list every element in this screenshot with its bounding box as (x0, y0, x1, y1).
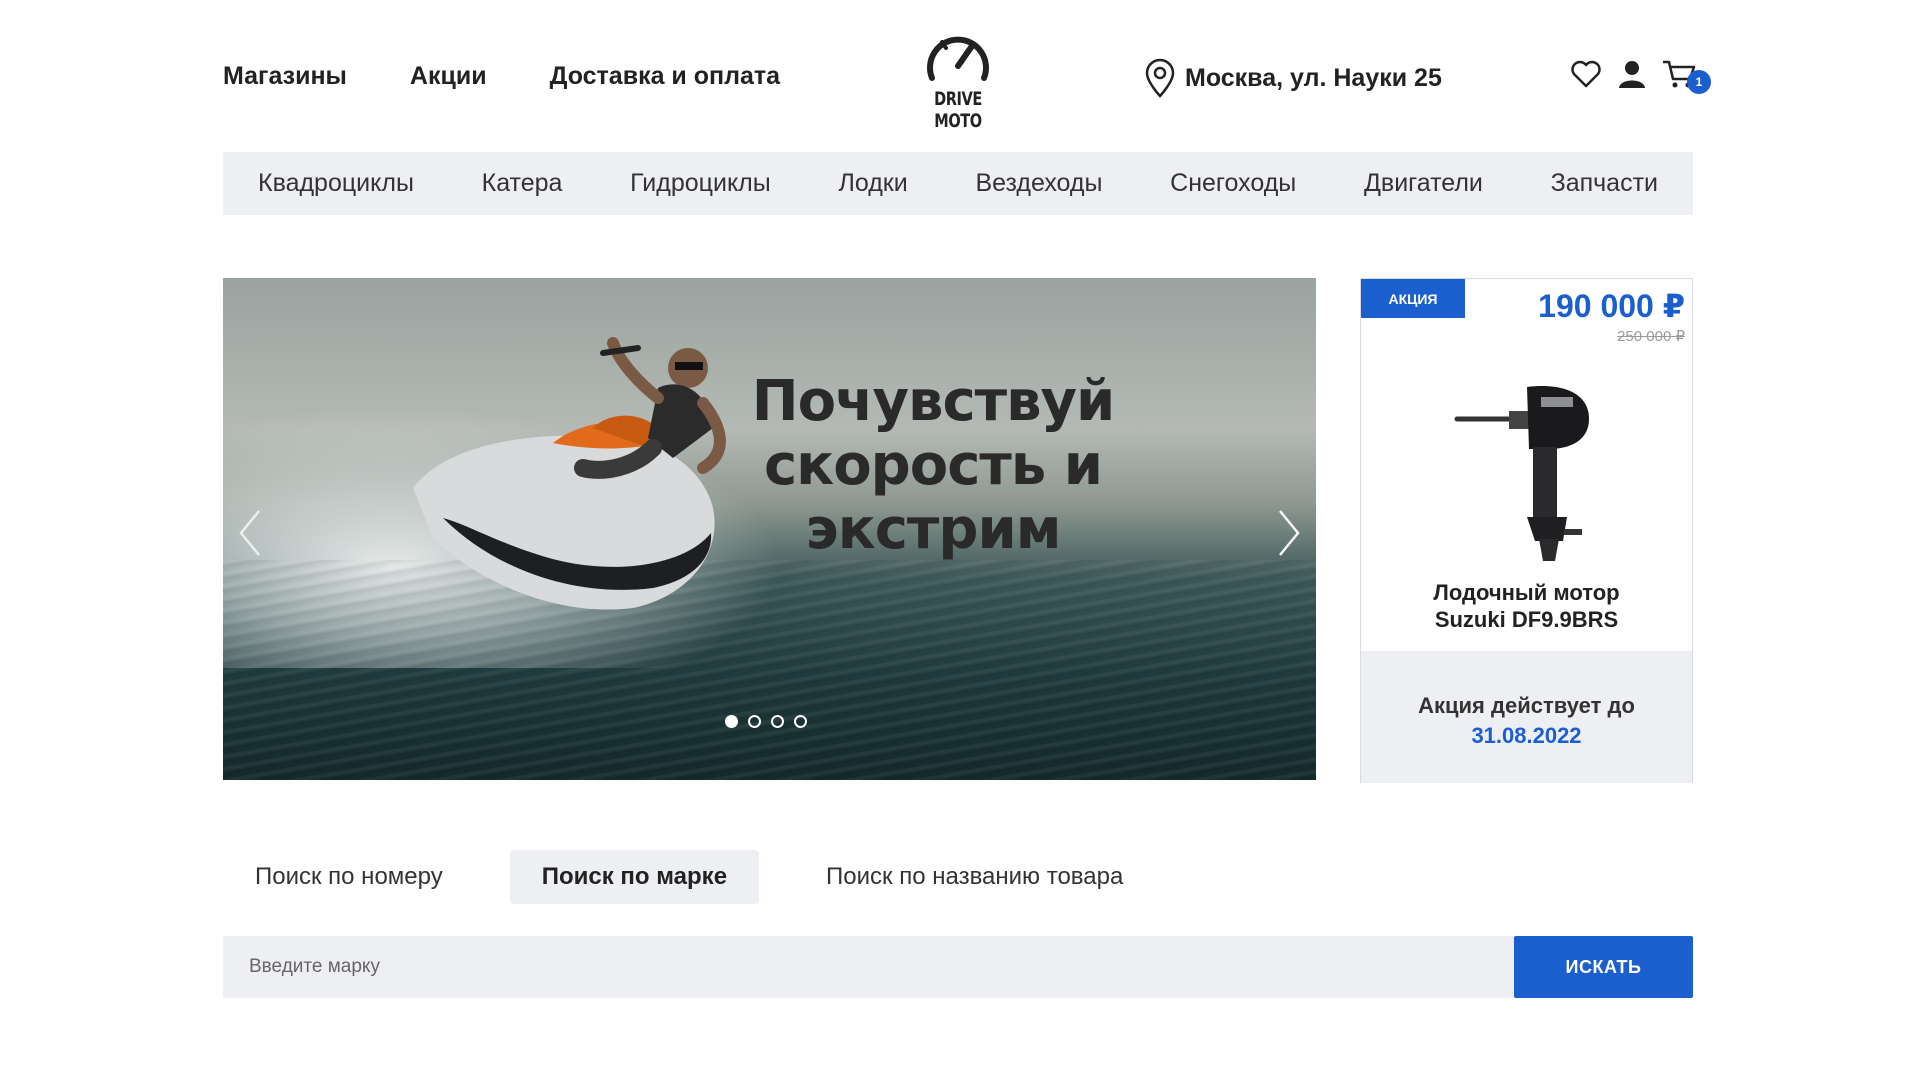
category-atvs[interactable]: Квадроциклы (258, 169, 414, 198)
store-address[interactable]: Москва, ул. Науки 25 (1143, 58, 1442, 98)
slider-next-arrow-icon[interactable] (1268, 503, 1308, 563)
tab-search-by-brand[interactable]: Поиск по марке (509, 850, 760, 904)
search-row: ИСКАТЬ (223, 936, 1693, 998)
category-bar: Квадроциклы Катера Гидроциклы Лодки Везд… (223, 152, 1693, 215)
category-boats-motor[interactable]: Катера (482, 169, 563, 198)
logo-text: DRIVE MOTO (934, 88, 982, 132)
location-pin-icon (1145, 58, 1175, 98)
promo-validity-label: Акция действует до (1418, 693, 1635, 718)
slider-prev-arrow-icon[interactable] (231, 503, 271, 563)
slider-dot-4[interactable] (794, 715, 807, 728)
hero-headline-line: Почувствуй (751, 369, 1116, 434)
nav-link-promotions[interactable]: Акции (410, 62, 487, 91)
site-header: Магазины Акции Доставка и оплата DRIVE M… (223, 0, 1711, 152)
search-tabs: Поиск по номеру Поиск по марке Поиск по … (223, 850, 1155, 904)
promo-product-line: Лодочный мотор (1433, 580, 1620, 605)
jetski-rider-image (413, 337, 726, 610)
hero-headline-line: экстрим (805, 497, 1062, 562)
promo-card[interactable]: АКЦИЯ 190 000 ₽ 250 000 ₽ Лодочный мотор… (1360, 278, 1693, 783)
tab-search-by-number[interactable]: Поиск по номеру (223, 850, 475, 904)
outboard-motor-image (1454, 386, 1589, 561)
favorites-heart-icon[interactable] (1570, 58, 1602, 90)
slider-pagination (725, 715, 807, 728)
nav-link-delivery[interactable]: Доставка и оплата (550, 62, 780, 91)
category-boats[interactable]: Лодки (838, 169, 907, 198)
hero-headline-line: скорость и (763, 433, 1103, 498)
sea-waves (223, 560, 1316, 780)
top-nav: Магазины Акции Доставка и оплата (223, 62, 780, 91)
category-all-terrain[interactable]: Вездеходы (975, 169, 1102, 198)
promo-product-name: Лодочный мотор Suzuki DF9.9BRS (1361, 579, 1692, 633)
hero-headline: Почувствуй скорость и экстрим (733, 370, 1133, 562)
user-account-icon[interactable] (1616, 58, 1648, 90)
slider-dot-1[interactable] (725, 715, 738, 728)
category-snowmobiles[interactable]: Снегоходы (1170, 169, 1296, 198)
promo-badge: АКЦИЯ (1361, 279, 1465, 318)
cart-count-badge: 1 (1687, 70, 1711, 94)
address-text: Москва, ул. Науки 25 (1185, 63, 1442, 92)
nav-link-stores[interactable]: Магазины (223, 62, 347, 91)
promo-product-line: Suzuki DF9.9BRS (1434, 607, 1619, 632)
speedometer-icon (927, 36, 989, 81)
category-engines[interactable]: Двигатели (1364, 169, 1483, 198)
promo-price: 190 000 ₽ (1538, 288, 1685, 324)
promo-validity-date: 31.08.2022 (1471, 723, 1582, 748)
category-jetskis[interactable]: Гидроциклы (630, 169, 771, 198)
slider-dot-2[interactable] (748, 715, 761, 728)
search-button[interactable]: ИСКАТЬ (1514, 936, 1693, 998)
category-spare-parts[interactable]: Запчасти (1551, 169, 1658, 198)
cart-icon[interactable]: 1 (1662, 58, 1711, 94)
user-actions: 1 (1570, 58, 1711, 94)
promo-old-price: 250 000 ₽ (1617, 328, 1685, 345)
brand-search-input[interactable] (223, 936, 1514, 998)
logo[interactable]: DRIVE MOTO (903, 28, 1013, 132)
slider-dot-3[interactable] (771, 715, 784, 728)
hero-slider: Почувствуй скорость и экстрим (223, 278, 1316, 780)
promo-validity: Акция действует до 31.08.2022 (1361, 651, 1692, 783)
tab-search-by-name[interactable]: Поиск по названию товара (794, 850, 1155, 904)
